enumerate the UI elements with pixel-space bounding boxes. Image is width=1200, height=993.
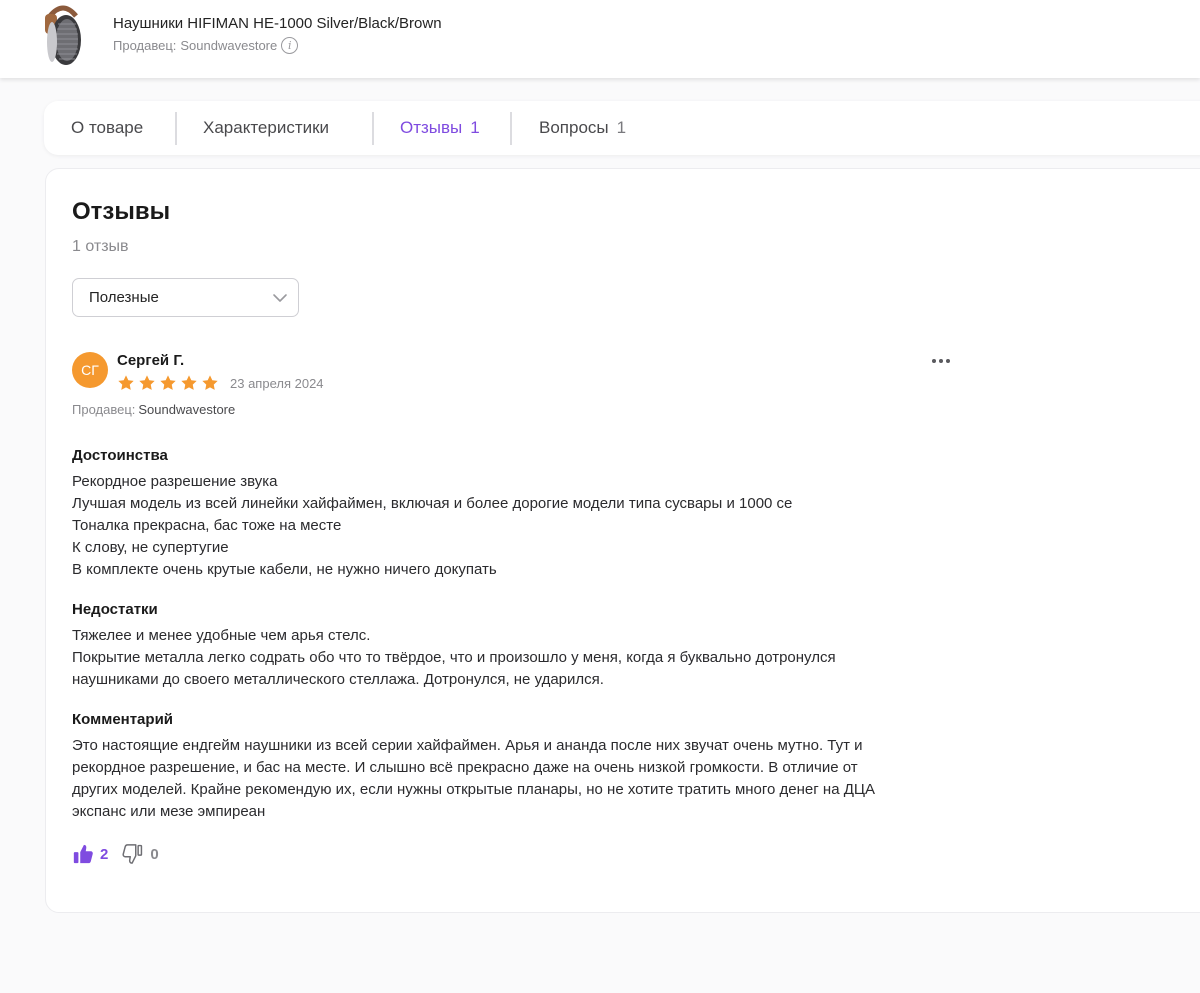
avatar: СГ bbox=[72, 352, 108, 388]
star-icon bbox=[139, 375, 155, 390]
review-seller: Продавец: Soundwavestore bbox=[72, 402, 235, 417]
seller-name[interactable]: Soundwavestore bbox=[180, 38, 277, 53]
review-seller-name[interactable]: Soundwavestore bbox=[138, 402, 235, 417]
pros-heading: Достоинства bbox=[72, 447, 168, 464]
comment-text: Это настоящие ендгейм наушники из всей с… bbox=[72, 735, 952, 823]
tab-divider bbox=[175, 112, 177, 145]
tab-questions[interactable]: Вопросы 1 bbox=[539, 101, 626, 155]
product-thumbnail[interactable] bbox=[42, 2, 84, 68]
cons-line: наушниками до своего металлического стел… bbox=[72, 671, 604, 688]
star-icon bbox=[181, 375, 197, 390]
cons-line: Тяжелее и менее удобные чем арья стелс. bbox=[72, 627, 371, 644]
tab-reviews-label: Отзывы bbox=[400, 118, 463, 137]
tab-about-label: О товаре bbox=[71, 118, 144, 137]
cons-text: Тяжелее и менее удобные чем арья стелс. … bbox=[72, 625, 952, 691]
seller-prefix: Продавец: bbox=[113, 38, 177, 53]
dislike-count: 0 bbox=[150, 845, 159, 863]
tab-divider bbox=[510, 112, 512, 145]
info-icon[interactable]: i bbox=[281, 37, 299, 54]
star-icon bbox=[118, 375, 134, 390]
comment-heading: Комментарий bbox=[72, 711, 174, 728]
pros-line: Лучшая модель из всей линейки хайфаймен,… bbox=[72, 495, 793, 512]
pros-line: Рекордное разрешение звука bbox=[72, 473, 278, 490]
tab-reviews[interactable]: Отзывы 1 bbox=[400, 101, 480, 155]
more-options-icon[interactable] bbox=[930, 352, 952, 370]
star-icon bbox=[160, 375, 176, 390]
cons-line: Покрытие металла легко содрать обо что т… bbox=[72, 649, 836, 666]
thumbs-down-icon bbox=[122, 844, 143, 864]
tab-specs-label: Характеристики bbox=[203, 118, 330, 137]
comment-line: других моделей. Крайне рекомендую их, ес… bbox=[72, 781, 875, 798]
review-author: Сергей Г. bbox=[117, 352, 185, 369]
star-icon bbox=[202, 375, 218, 390]
product-header: Наушники HIFIMAN HE-1000 Silver/Black/Br… bbox=[0, 0, 1200, 78]
cons-heading: Недостатки bbox=[72, 601, 158, 618]
tab-questions-count: 1 bbox=[616, 118, 627, 137]
tab-about[interactable]: О товаре bbox=[71, 101, 143, 155]
tab-questions-label: Вопросы bbox=[539, 118, 609, 137]
review-votes: 2 0 bbox=[72, 843, 159, 865]
dislike-button[interactable]: 0 bbox=[122, 843, 159, 865]
pros-line: В комплекте очень крутые кабели, не нужн… bbox=[72, 561, 497, 578]
tab-divider bbox=[372, 112, 374, 145]
sort-select[interactable]: Полезные bbox=[72, 278, 299, 317]
pros-line: Тоналка прекрасна, бас тоже на месте bbox=[72, 517, 342, 534]
chevron-down-icon bbox=[273, 294, 287, 302]
tab-reviews-count: 1 bbox=[470, 118, 480, 137]
comment-line: рекордное разрешение, и бас на месте. И … bbox=[72, 759, 858, 776]
reviews-count: 1 отзыв bbox=[72, 238, 129, 255]
review-date: 23 апреля 2024 bbox=[230, 376, 324, 391]
reviews-title: Отзывы bbox=[72, 198, 171, 225]
review-seller-prefix: Продавец: bbox=[72, 402, 136, 417]
thumbs-up-icon bbox=[73, 844, 93, 864]
comment-line: Это настоящие ендгейм наушники из всей с… bbox=[72, 737, 863, 754]
tab-specs[interactable]: Характеристики bbox=[203, 101, 329, 155]
pros-text: Рекордное разрешение звука Лучшая модель… bbox=[72, 471, 952, 581]
sort-selected-value: Полезные bbox=[89, 289, 159, 306]
rating-stars bbox=[117, 374, 219, 392]
product-tabs: О товаре Характеристики Отзывы 1 Вопросы 1 bbox=[44, 101, 1200, 155]
like-button[interactable]: 2 bbox=[72, 843, 108, 865]
header-seller: Продавец: Soundwavestore i bbox=[113, 37, 299, 54]
comment-line: экспанс или мезе эмпиреан bbox=[72, 803, 266, 820]
pros-line: К слову, не супертугие bbox=[72, 539, 229, 556]
product-title[interactable]: Наушники HIFIMAN HE-1000 Silver/Black/Br… bbox=[113, 15, 442, 32]
like-count: 2 bbox=[100, 845, 109, 863]
